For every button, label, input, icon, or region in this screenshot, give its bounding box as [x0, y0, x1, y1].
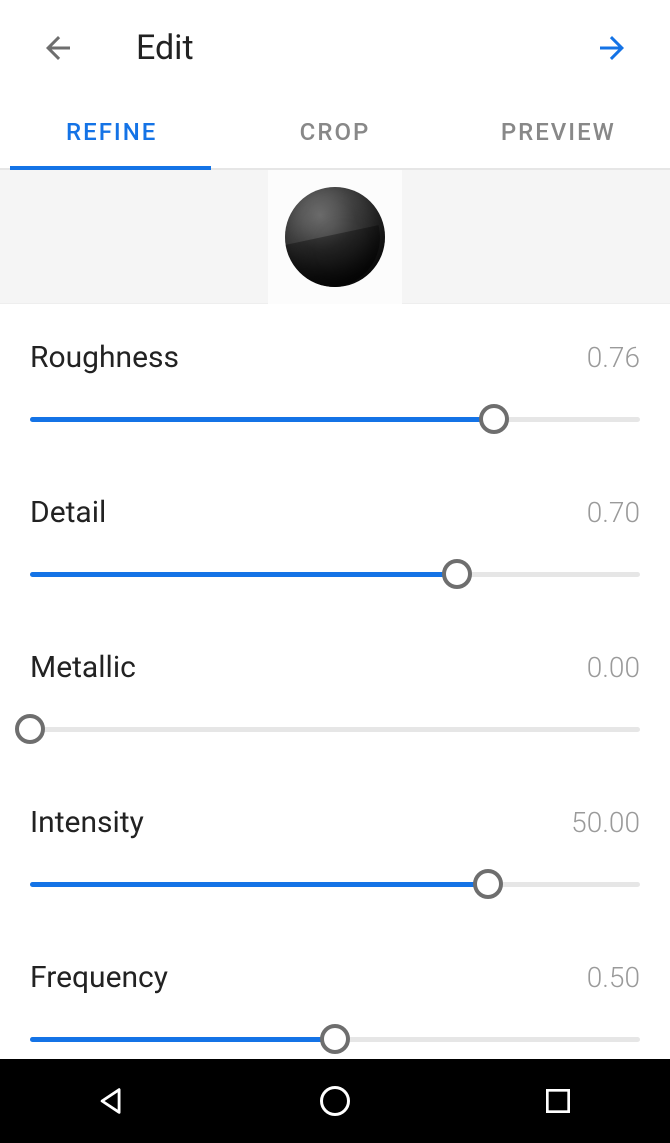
sphere-preview-icon: [285, 187, 385, 287]
slider-thumb[interactable]: [15, 714, 45, 744]
slider-track-frequency[interactable]: [30, 1023, 640, 1055]
page-title: Edit: [136, 28, 194, 68]
slider-metallic: Metallic 0.00: [30, 650, 640, 745]
slider-thumb[interactable]: [320, 1024, 350, 1054]
slider-frequency: Frequency 0.50: [30, 960, 640, 1055]
forward-button[interactable]: [590, 26, 634, 70]
slider-detail: Detail 0.70: [30, 495, 640, 590]
material-preview-tile[interactable]: [268, 170, 402, 304]
slider-value: 0.00: [587, 651, 640, 684]
slider-label: Detail: [30, 495, 106, 530]
slider-roughness: Roughness 0.76: [30, 340, 640, 435]
system-nav-bar: [0, 1059, 670, 1143]
slider-track-intensity[interactable]: [30, 868, 640, 900]
slider-label: Roughness: [30, 340, 179, 375]
slider-value: 0.76: [587, 341, 640, 374]
slider-track-roughness[interactable]: [30, 403, 640, 435]
slider-label: Intensity: [30, 805, 144, 840]
system-recent-button[interactable]: [534, 1077, 582, 1125]
tab-label: CROP: [300, 118, 371, 146]
material-preview-area: [0, 170, 670, 304]
header-bar: Edit: [0, 0, 670, 96]
slider-label: Frequency: [30, 960, 168, 995]
circle-icon: [317, 1083, 353, 1119]
tab-label: REFINE: [66, 118, 157, 146]
slider-thumb[interactable]: [442, 559, 472, 589]
arrow-left-icon: [40, 30, 76, 66]
slider-value: 50.00: [571, 806, 640, 839]
slider-track-detail[interactable]: [30, 558, 640, 590]
tab-crop[interactable]: CROP: [223, 96, 446, 168]
slider-intensity: Intensity 50.00: [30, 805, 640, 900]
system-home-button[interactable]: [311, 1077, 359, 1125]
system-back-button[interactable]: [88, 1077, 136, 1125]
tab-refine[interactable]: REFINE: [0, 96, 223, 168]
slider-panel: Roughness 0.76 Detail 0.70 Metallic: [0, 304, 670, 1059]
slider-track-metallic[interactable]: [30, 713, 640, 745]
slider-thumb[interactable]: [473, 869, 503, 899]
back-button[interactable]: [36, 26, 80, 70]
slider-value: 0.50: [587, 961, 640, 994]
slider-value: 0.70: [587, 496, 640, 529]
triangle-left-icon: [95, 1084, 129, 1118]
square-icon: [542, 1085, 574, 1117]
tab-bar: REFINE CROP PREVIEW: [0, 96, 670, 170]
tab-label: PREVIEW: [501, 118, 616, 146]
slider-label: Metallic: [30, 650, 136, 685]
slider-thumb[interactable]: [479, 404, 509, 434]
arrow-right-icon: [594, 30, 630, 66]
tab-preview[interactable]: PREVIEW: [447, 96, 670, 168]
